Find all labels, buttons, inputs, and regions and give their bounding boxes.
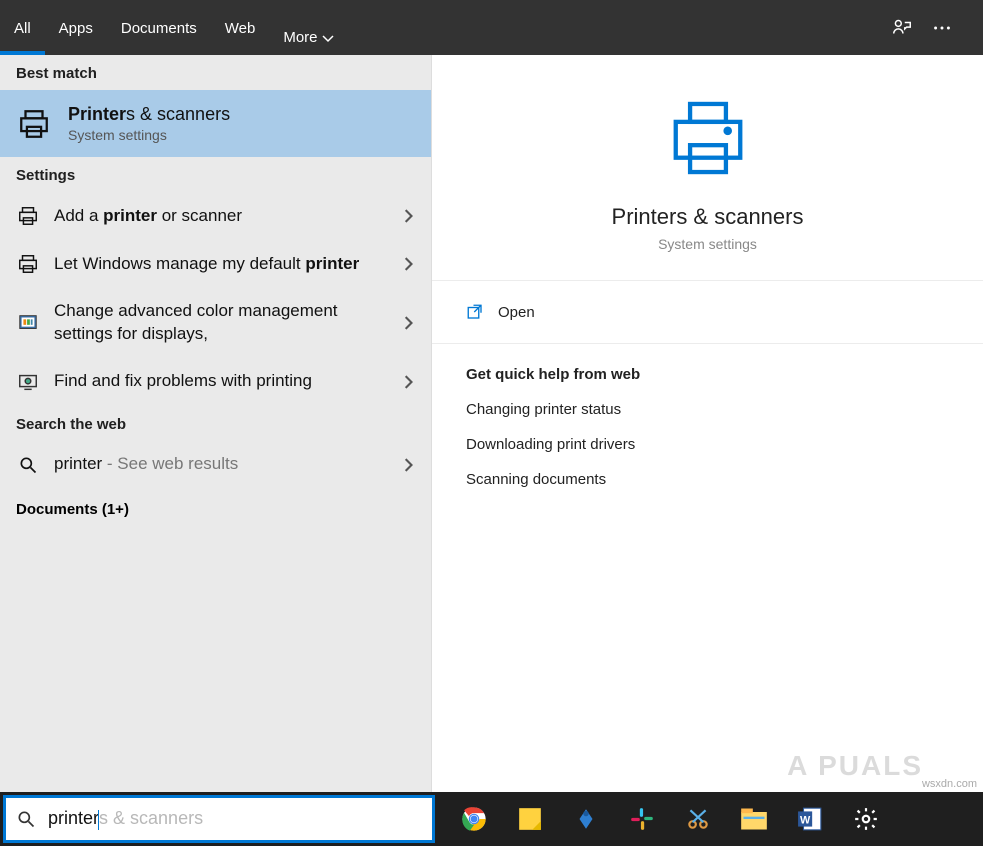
taskbar: printers & scanners W: [0, 792, 983, 846]
taskbar-app-snip[interactable]: [683, 804, 713, 834]
setting-color-management[interactable]: Change advanced color management setting…: [0, 288, 431, 358]
chevron-right-icon: [401, 257, 415, 271]
tab-more[interactable]: More: [269, 0, 347, 55]
search-web-item[interactable]: printer - See web results: [0, 441, 431, 489]
search-input[interactable]: printers & scanners: [48, 808, 422, 830]
taskbar-app-word[interactable]: W: [795, 804, 825, 834]
tab-web[interactable]: Web: [211, 0, 270, 55]
taskbar-app-settings[interactable]: [851, 804, 881, 834]
taskbar-app-file-explorer[interactable]: [739, 804, 769, 834]
printer-icon: [16, 204, 40, 228]
taskbar-search-box[interactable]: printers & scanners: [3, 795, 435, 843]
preview-title: Printers & scanners: [612, 204, 804, 230]
source-watermark: wsxdn.com: [922, 778, 977, 790]
settings-label: Settings: [0, 157, 431, 192]
help-link-print-drivers[interactable]: Downloading print drivers: [466, 436, 949, 453]
setting-text: Let Windows manage my default printer: [54, 253, 387, 276]
setting-troubleshoot-printing[interactable]: Find and fix problems with printing: [0, 358, 431, 406]
taskbar-app-generic-blue[interactable]: [571, 804, 601, 834]
search-web-text: printer - See web results: [54, 453, 387, 476]
color-management-icon: [16, 311, 40, 335]
results-pane: Best match Printers & scanners System se…: [0, 55, 432, 792]
printer-large-icon: [665, 95, 751, 186]
help-link-printer-status[interactable]: Changing printer status: [466, 401, 949, 418]
setting-text: Add a printer or scanner: [54, 205, 387, 228]
preview-subtitle: System settings: [658, 236, 757, 252]
search-web-label: Search the web: [0, 406, 431, 441]
best-match-label: Best match: [0, 55, 431, 90]
search-icon: [16, 453, 40, 477]
help-link-scanning[interactable]: Scanning documents: [466, 471, 949, 488]
svg-text:W: W: [800, 814, 811, 826]
more-options-icon[interactable]: [931, 17, 953, 39]
printer-icon: [16, 106, 52, 142]
troubleshoot-icon: [16, 370, 40, 394]
preview-pane: Printers & scanners System settings Open…: [432, 55, 983, 792]
taskbar-app-chrome[interactable]: [459, 804, 489, 834]
open-icon: [466, 303, 484, 321]
search-filter-tabs: All Apps Documents Web More: [0, 0, 983, 55]
setting-text: Change advanced color management setting…: [54, 300, 387, 346]
chevron-right-icon: [401, 209, 415, 223]
best-match-title: Printers & scanners: [68, 104, 230, 125]
tab-apps[interactable]: Apps: [45, 0, 107, 55]
best-match-subtitle: System settings: [68, 127, 230, 143]
feedback-icon[interactable]: [891, 17, 913, 39]
open-action[interactable]: Open: [432, 281, 983, 344]
documents-section-label[interactable]: Documents (1+): [0, 489, 431, 530]
best-match-item[interactable]: Printers & scanners System settings: [0, 90, 431, 157]
watermark-text: A PUALS: [787, 750, 923, 782]
chevron-right-icon: [401, 375, 415, 389]
chevron-down-icon: [322, 32, 334, 44]
tab-all[interactable]: All: [0, 0, 45, 55]
search-icon: [16, 809, 36, 829]
taskbar-app-slack[interactable]: [627, 804, 657, 834]
taskbar-app-sticky-notes[interactable]: [515, 804, 545, 834]
setting-text: Find and fix problems with printing: [54, 370, 387, 393]
tab-more-label: More: [283, 29, 317, 46]
chevron-right-icon: [401, 316, 415, 330]
chevron-right-icon: [401, 458, 415, 472]
setting-default-printer[interactable]: Let Windows manage my default printer: [0, 240, 431, 288]
tab-documents[interactable]: Documents: [107, 0, 211, 55]
open-label: Open: [498, 304, 535, 321]
setting-add-printer[interactable]: Add a printer or scanner: [0, 192, 431, 240]
help-section-title: Get quick help from web: [466, 366, 949, 383]
printer-icon: [16, 252, 40, 276]
